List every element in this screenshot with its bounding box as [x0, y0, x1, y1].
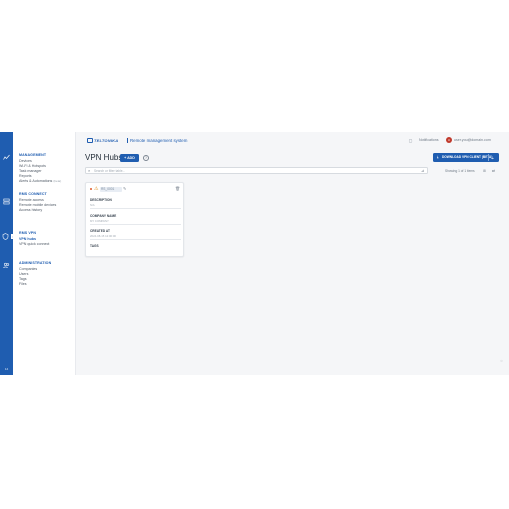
app-title: Remote management system — [130, 138, 188, 143]
user-menu[interactable]: user.you@domain.com — [454, 138, 491, 142]
top-bar: TELTONIKA Remote management system ▢ Not… — [76, 132, 509, 148]
shield-icon[interactable] — [2, 233, 9, 240]
field-label: COMPANY NAME — [90, 214, 117, 218]
sidebar-item-task-manager[interactable]: Task manager — [19, 169, 42, 173]
field-tags: TAGS — [90, 244, 181, 249]
sidebar-item-alerts-automations[interactable]: Alerts & Automations(beta) — [19, 179, 61, 183]
sidebar-item-vpn-quick-connect[interactable]: VPN quick connect — [19, 242, 49, 246]
field-label: TAGS — [90, 244, 99, 248]
chart-icon[interactable] — [3, 154, 10, 161]
sidebar-item-users[interactable]: Users — [19, 272, 28, 276]
version-label: 14 — [4, 367, 9, 371]
add-button[interactable]: + ADD — [120, 154, 139, 162]
app-window: › 14 MANAGEMENT Devices Wi-Fi & Hotspots… — [0, 132, 509, 375]
beta-badge: (beta) — [53, 179, 62, 183]
field-company-name: COMPANY NAME MY COMPANY — [90, 214, 181, 225]
hub-name: RS_0001 — [100, 186, 122, 192]
page-title: VPN Hubs — [85, 153, 123, 162]
sidebar-item-label: Alerts & Automations — [19, 179, 53, 183]
sidebar-item-files[interactable]: Files — [19, 282, 27, 286]
status-dot — [90, 188, 92, 190]
field-description: DESCRIPTION N/A — [90, 198, 181, 209]
nav-section-management: MANAGEMENT — [19, 153, 47, 157]
teltonika-logo[interactable]: TELTONIKA — [87, 138, 125, 143]
warning-icon: ⚠ — [94, 186, 99, 192]
field-value: 2024-08-15 12:00:00 — [90, 233, 116, 238]
nav-section-rms-connect: RMS CONNECT — [19, 192, 47, 196]
trash-icon[interactable]: 🗑 — [175, 186, 180, 192]
edit-icon[interactable]: ✎ — [123, 186, 126, 192]
sidebar-item-tags[interactable]: Tags — [19, 277, 27, 281]
avatar[interactable]: U — [446, 137, 452, 143]
nav-section-rms-vpn: RMS VPN — [19, 231, 37, 235]
sidebar-item-remote-access[interactable]: Remote access — [19, 198, 44, 202]
sidebar-nav: MANAGEMENT Devices Wi-Fi & Hotspots Task… — [13, 132, 76, 375]
divider — [90, 238, 181, 240]
sidebar-item-vpn-hubs[interactable]: VPN hubs — [19, 237, 36, 241]
title-divider — [127, 138, 128, 143]
icon-rail: › 14 — [0, 132, 15, 375]
download-button-label: DOWNLOAD VPN CLIENT (BETA) — [442, 155, 493, 159]
download-icon: ⤓ — [437, 155, 439, 159]
sidebar-item-reports[interactable]: Reports — [19, 174, 32, 178]
sidebar-item-devices[interactable]: Devices — [19, 159, 32, 163]
sidebar-item-wifi-hotspots[interactable]: Wi-Fi & Hotspots — [19, 164, 46, 168]
users-icon[interactable] — [3, 262, 10, 269]
search-input[interactable] — [94, 168, 414, 174]
chat-icon[interactable]: ◌ — [499, 358, 504, 363]
button-divider — [488, 154, 489, 161]
main-content: TELTONIKA Remote management system ▢ Not… — [76, 132, 509, 375]
help-icon[interactable]: ? — [143, 155, 149, 161]
brand-name: TELTONIKA — [94, 138, 119, 143]
field-value: N/A — [90, 202, 95, 207]
sidebar-item-companies[interactable]: Companies — [19, 267, 37, 271]
nav-section-administration: ADMINISTRATION — [19, 261, 52, 265]
filter-icon[interactable]: ⊿ — [421, 168, 424, 174]
logo-mark — [87, 138, 93, 143]
field-label: DESCRIPTION — [90, 198, 112, 202]
add-button-label: ADD — [127, 156, 135, 160]
chevron-down-icon[interactable]: ⌄ — [491, 153, 494, 162]
divider — [90, 223, 181, 225]
sidebar-item-access-history[interactable]: Access history — [19, 208, 42, 212]
field-label: CREATED AT — [90, 229, 110, 233]
divider — [90, 207, 181, 209]
sidebar-item-remote-mobile-devices[interactable]: Remote mobile devices — [19, 203, 56, 207]
document-icon[interactable]: ▢ — [408, 138, 413, 143]
grid-view-icon[interactable]: ⊞ — [483, 169, 486, 173]
search-icon: ⌕ — [88, 168, 91, 173]
refresh-icon[interactable]: ⇄ — [492, 169, 495, 173]
download-vpn-client-button[interactable]: ⤓ DOWNLOAD VPN CLIENT (BETA) ⌄ — [433, 153, 499, 162]
notifications-link[interactable]: Notifications — [419, 138, 439, 142]
server-icon[interactable] — [3, 198, 10, 205]
items-count: Showing 1 of 1 items — [445, 169, 475, 173]
field-value: MY COMPANY — [90, 218, 109, 223]
field-created-at: CREATED AT 2024-08-15 12:00:00 — [90, 229, 181, 240]
vpn-hub-card[interactable]: ⚠ RS_0001 ✎ 🗑 DESCRIPTION N/A COMPANY NA… — [85, 182, 184, 257]
search-bar: ⌕ ⊿ — [85, 167, 428, 174]
